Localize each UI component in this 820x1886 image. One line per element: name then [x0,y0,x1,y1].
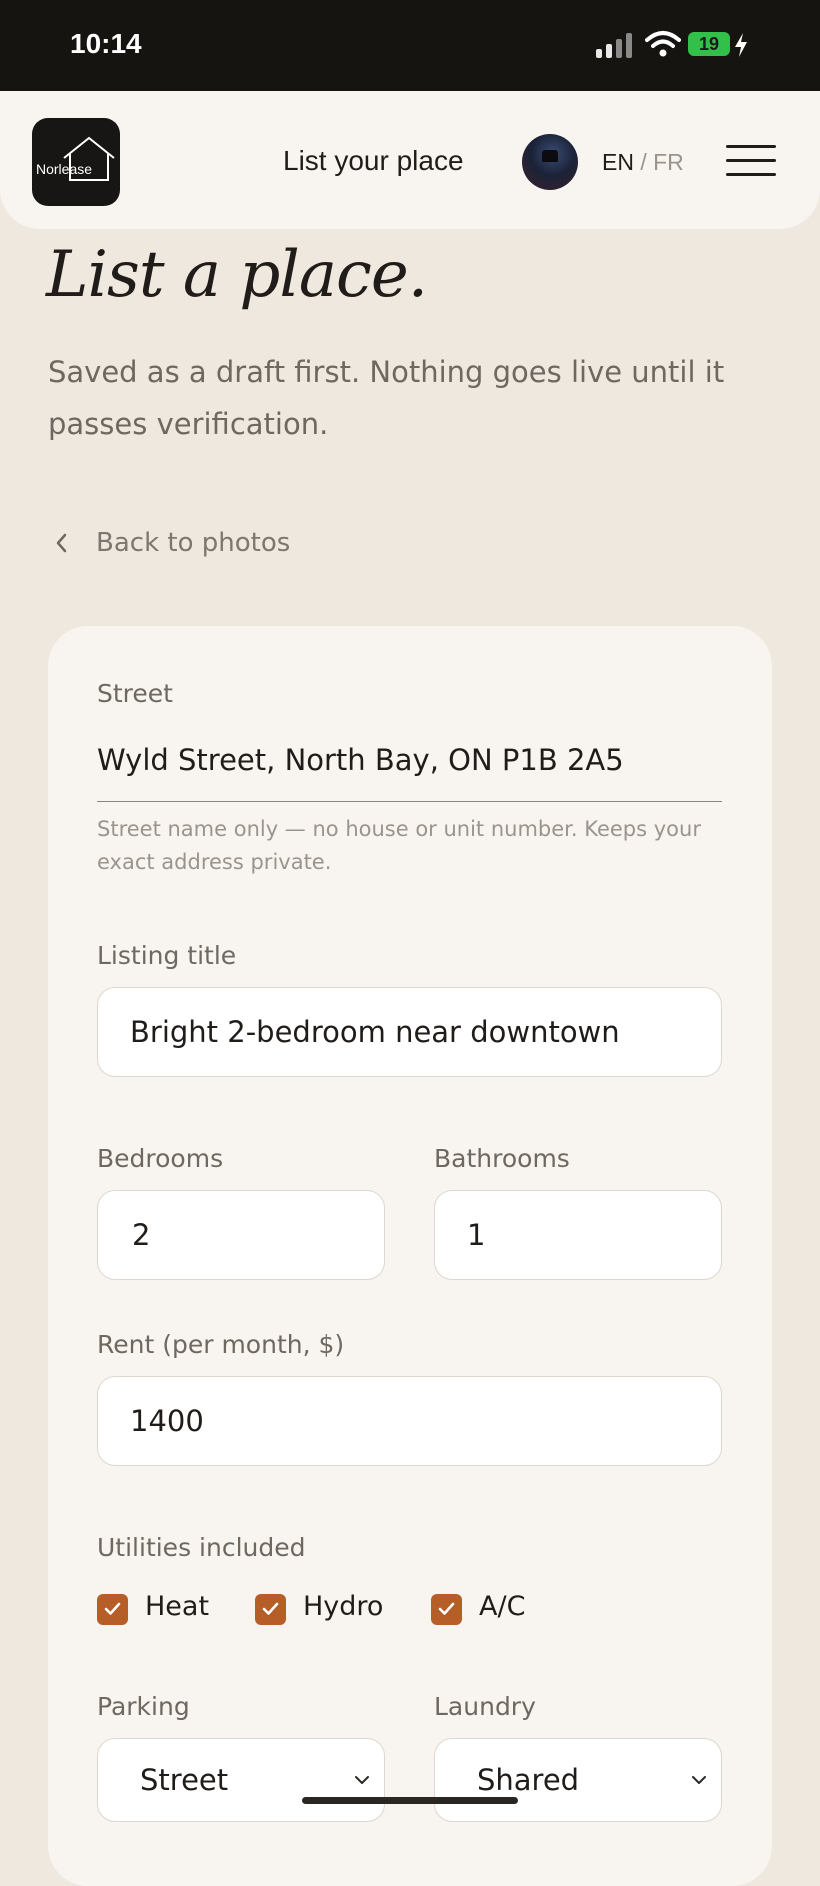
bathrooms-input[interactable]: 1 [434,1190,722,1280]
back-link-label: Back to photos [96,528,291,558]
parking-value: Street [140,1763,229,1797]
page-title: List a place. [46,238,428,312]
street-underline [97,801,722,802]
page-subtitle: Saved as a draft first. Nothing goes liv… [48,355,725,441]
laundry-select[interactable]: Shared [434,1738,722,1822]
laundry-label: Laundry [434,1692,536,1721]
checkbox-checked-icon [97,1594,128,1625]
parking-select[interactable]: Street [97,1738,385,1822]
chevron-down-icon [692,1776,706,1784]
utility-label: A/C [479,1591,526,1622]
language-switcher: EN / FR [602,149,684,176]
charging-bolt-icon [735,33,747,57]
wifi-icon [645,31,681,57]
status-bar: 10:14 19 [0,0,820,91]
logo-text: Norlease [36,161,93,177]
utility-label: Hydro [303,1591,384,1622]
status-time: 10:14 [70,28,142,59]
listing-title-input[interactable]: Bright 2-bedroom near downtown [97,987,722,1077]
bathrooms-label: Bathrooms [434,1144,570,1173]
bedrooms-input[interactable]: 2 [97,1190,385,1280]
street-input[interactable]: Wyld Street, North Bay, ON P1B 2A5 [97,743,624,777]
bathrooms-value: 1 [467,1218,486,1252]
listing-title-value: Bright 2-bedroom near downtown [130,1015,620,1049]
checkbox-checked-icon [255,1594,286,1625]
site-header: Norlease List your place EN / FR [0,91,820,229]
lang-separator: / [640,149,647,175]
utilities-label: Utilities included [97,1533,306,1562]
rent-input[interactable]: 1400 [97,1376,722,1466]
chevron-down-icon [355,1776,369,1784]
rent-value: 1400 [130,1404,204,1438]
bedrooms-value: 2 [132,1218,151,1252]
utility-label: Heat [145,1591,210,1622]
laundry-value: Shared [477,1763,580,1797]
battery-icon: 19 [688,32,730,56]
checkbox-checked-icon [431,1594,462,1625]
lang-en-option[interactable]: EN [602,149,634,175]
listing-form-card: Street Wyld Street, North Bay, ON P1B 2A… [48,626,772,1886]
bedrooms-label: Bedrooms [97,1144,224,1173]
user-avatar[interactable] [522,134,578,190]
hamburger-menu-icon[interactable] [726,143,776,179]
listing-title-label: Listing title [97,941,237,970]
parking-label: Parking [97,1692,190,1721]
street-label: Street [97,679,173,708]
site-logo[interactable]: Norlease [32,118,120,206]
home-indicator[interactable] [302,1797,518,1804]
list-your-place-link[interactable]: List your place [283,145,464,177]
rent-label: Rent (per month, $) [97,1330,345,1359]
street-hint: Street name only — no house or unit numb… [97,817,701,874]
lang-fr-option[interactable]: FR [653,149,684,175]
chevron-left-icon [56,533,67,553]
cellular-signal-icon [596,32,634,58]
